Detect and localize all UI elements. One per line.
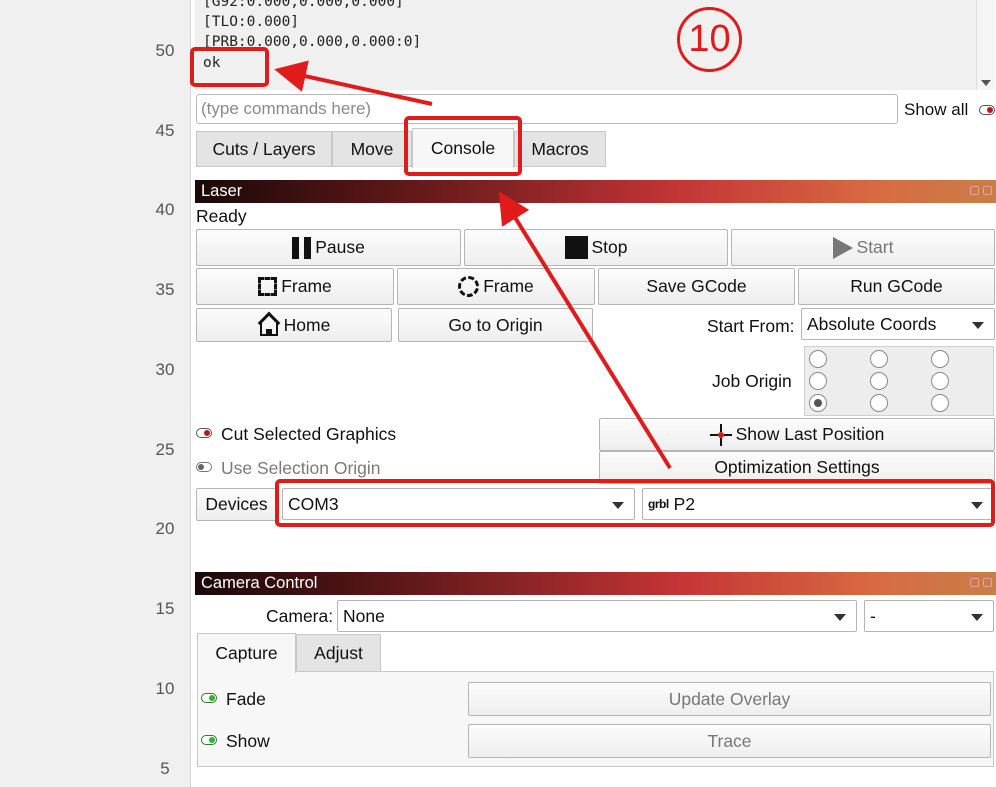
- annotation-arrows: [274, 60, 672, 470]
- arrow-to-console-tab: [498, 191, 672, 470]
- arrow-to-ok-line: [274, 60, 433, 106]
